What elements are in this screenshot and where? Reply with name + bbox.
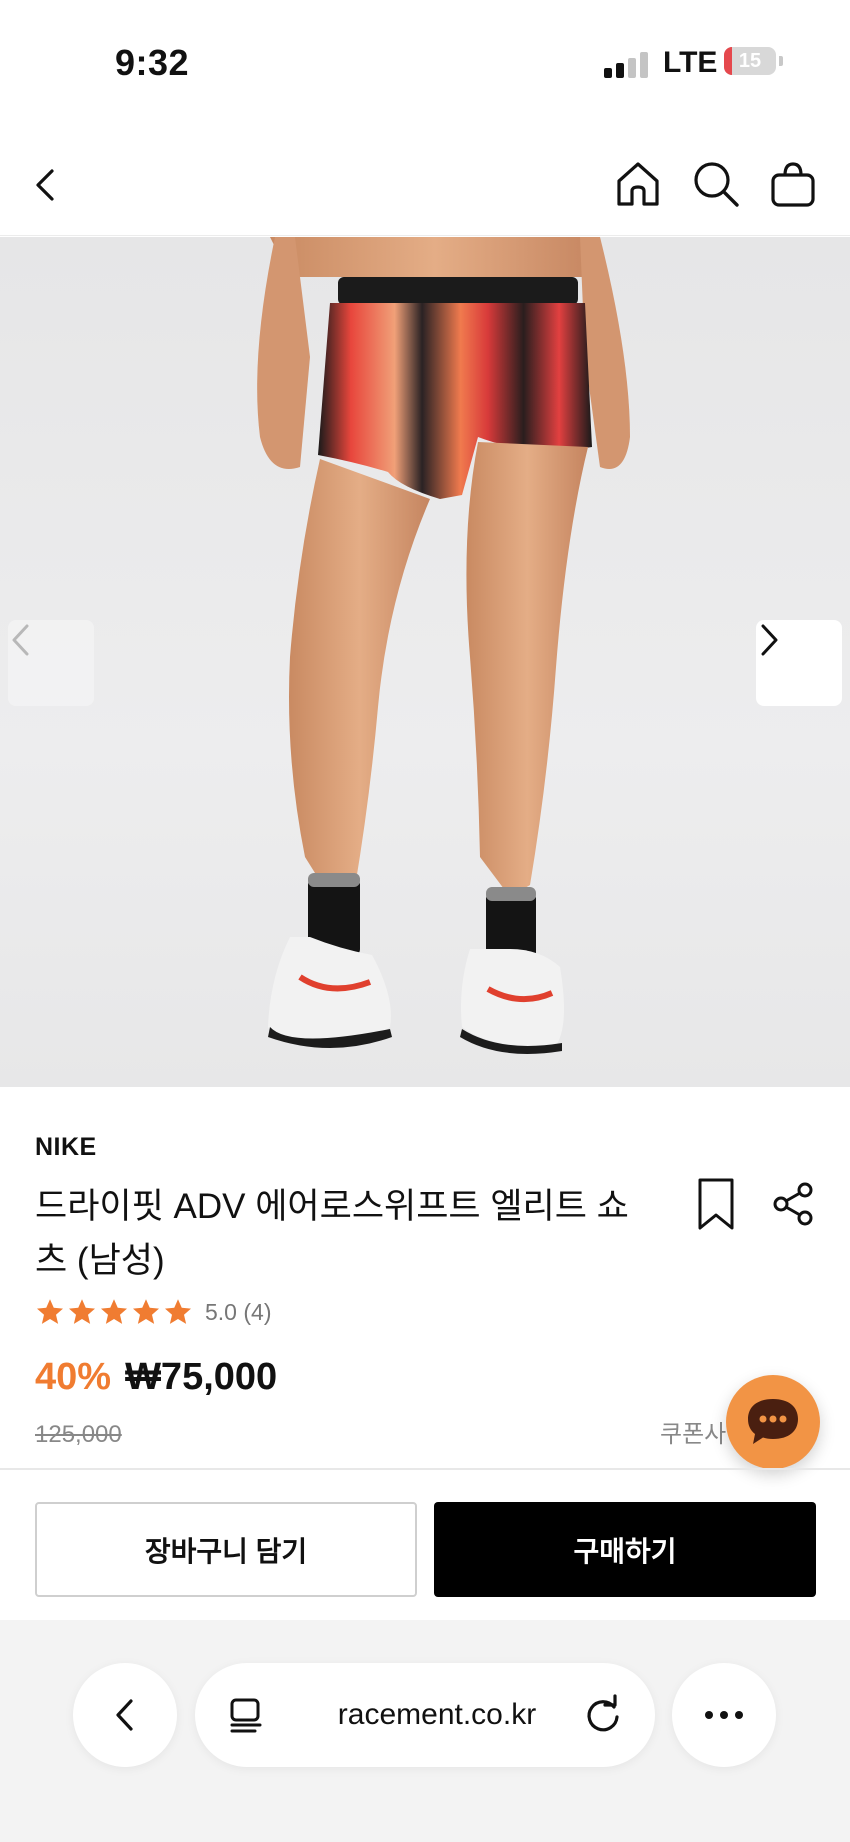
add-to-cart-button[interactable]: 장바구니 담기 — [35, 1502, 417, 1597]
address-bar[interactable]: racement.co.kr — [195, 1663, 655, 1767]
product-title: 드라이핏 ADV 에어로스위프트 엘리트 쇼츠 (남성) — [35, 1187, 629, 1280]
top-nav — [0, 140, 850, 236]
search-icon — [694, 162, 739, 207]
star-icon — [69, 1299, 95, 1324]
divider — [0, 1468, 850, 1470]
star-icon — [37, 1299, 63, 1324]
more-button[interactable] — [672, 1663, 776, 1767]
chevron-left-icon — [116, 1699, 133, 1731]
buy-now-button[interactable]: 구매하기 — [434, 1502, 816, 1597]
search-button[interactable] — [686, 154, 746, 214]
battery-percent: 15 — [738, 50, 762, 72]
star-icon — [133, 1299, 159, 1324]
status-time: 9:32 — [115, 42, 190, 83]
reload-icon[interactable] — [581, 1693, 625, 1737]
star-icon — [165, 1299, 191, 1324]
chevron-left-icon — [12, 624, 29, 656]
sale-price: ₩75,000 — [125, 1356, 278, 1398]
network-type: LTE — [663, 46, 718, 79]
original-price: 125,000 — [35, 1421, 122, 1448]
rating-stars — [35, 1297, 195, 1327]
rating[interactable]: 5.0 (4) — [35, 1296, 271, 1328]
price-row: 40% ₩75,000 — [35, 1356, 277, 1399]
page-menu-icon — [230, 1698, 262, 1733]
chat-bubble-icon — [748, 1399, 798, 1444]
bookmark-button[interactable] — [690, 1176, 742, 1232]
carousel-prev-button[interactable] — [8, 620, 94, 706]
back-button[interactable] — [20, 160, 70, 210]
shopping-bag-icon — [771, 162, 815, 207]
rating-text: 5.0 (4) — [205, 1298, 272, 1325]
home-button[interactable] — [608, 154, 668, 214]
cart-button[interactable] — [762, 154, 824, 214]
coupon-link[interactable]: 쿠폰사 — [660, 1414, 726, 1449]
battery-cap — [779, 56, 783, 66]
product-image[interactable] — [0, 237, 850, 1087]
product-photo — [257, 237, 630, 1054]
share-icon — [773, 1182, 813, 1226]
discount-rate: 40% — [35, 1356, 112, 1398]
carousel-next-button[interactable] — [756, 620, 842, 706]
cellular-signal-icon — [604, 52, 650, 78]
url-text: racement.co.kr — [337, 1698, 537, 1731]
browser-toolbar: racement.co.kr — [0, 1620, 850, 1842]
status-bar: 9:32 LTE 15 — [0, 0, 850, 120]
battery-icon: 15 — [724, 47, 776, 75]
chevron-right-icon — [761, 624, 778, 656]
browser-back-button[interactable] — [73, 1663, 177, 1767]
home-icon — [617, 162, 659, 206]
back-icon — [36, 169, 54, 201]
share-button[interactable] — [768, 1180, 820, 1228]
bookmark-icon — [698, 1178, 734, 1230]
more-icon — [705, 1711, 743, 1719]
star-icon — [101, 1299, 127, 1324]
chat-button[interactable] — [726, 1375, 820, 1469]
brand-name[interactable]: NIKE — [35, 1133, 97, 1162]
